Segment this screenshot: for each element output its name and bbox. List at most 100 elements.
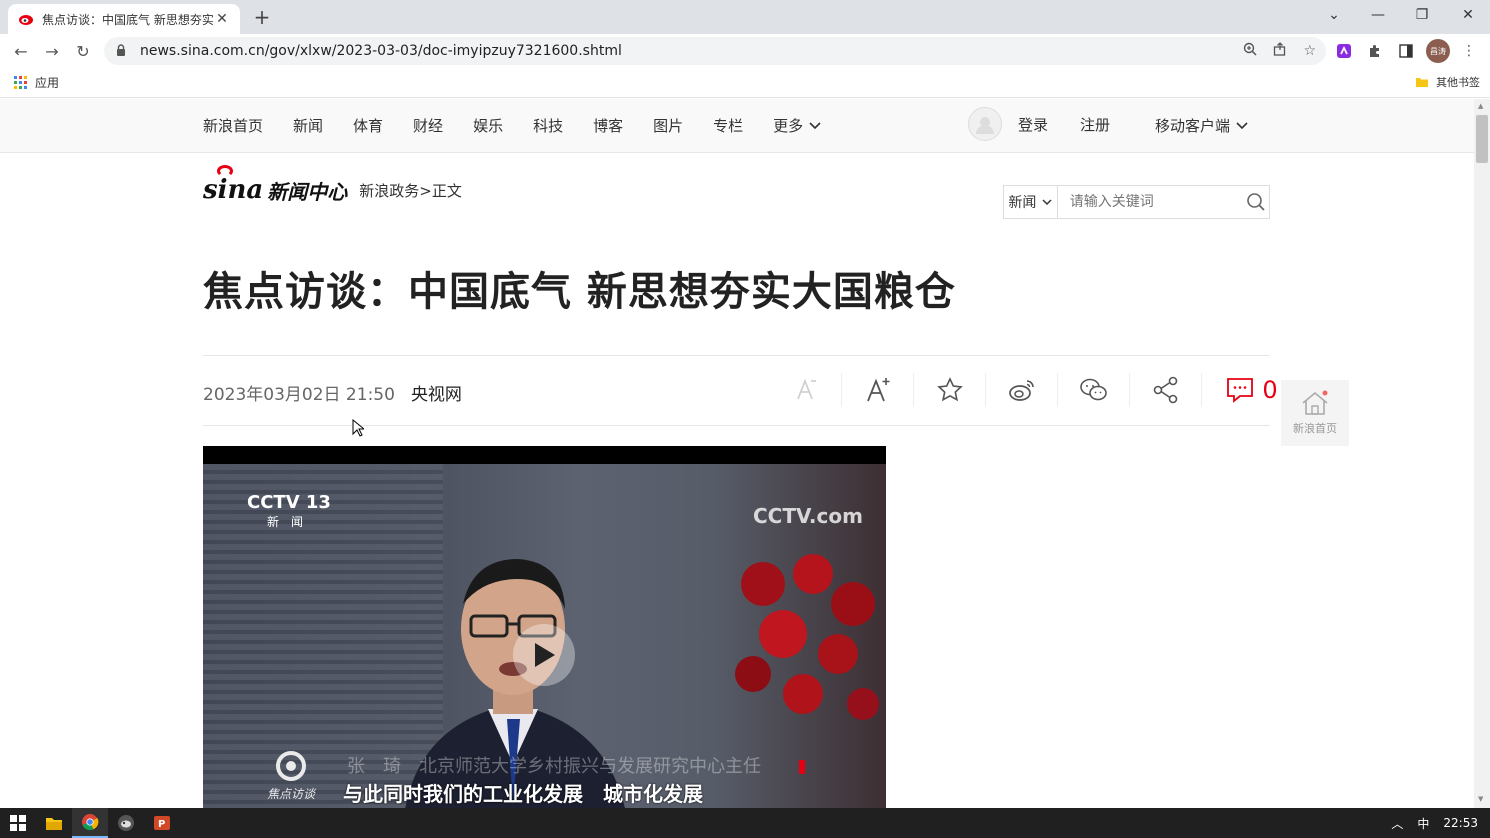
lock-icon — [116, 43, 130, 59]
menu-dots-icon[interactable]: ⋮ — [1458, 40, 1480, 62]
close-window-button[interactable]: ✕ — [1446, 0, 1490, 30]
file-explorer-icon[interactable] — [36, 808, 72, 838]
site-search: 新闻 — [1003, 185, 1270, 219]
scroll-down-icon[interactable]: ▼ — [1478, 795, 1486, 803]
tray-chevron-icon[interactable]: ︿ — [1391, 815, 1403, 832]
new-tab-button[interactable]: + — [250, 5, 274, 29]
nav-link-sports[interactable]: 体育 — [353, 115, 383, 136]
program-logo: 焦点访谈 — [267, 750, 315, 802]
nav-link-finance[interactable]: 财经 — [413, 115, 443, 136]
chevron-down-icon — [1042, 198, 1052, 205]
nav-link-news[interactable]: 新闻 — [293, 115, 323, 136]
weibo-share-button[interactable] — [986, 373, 1058, 407]
browser-tab[interactable]: 焦点访谈：中国底气 新思想夯实 ✕ — [8, 4, 240, 34]
nav-more-label: 更多 — [773, 117, 804, 135]
app-bird-icon[interactable] — [108, 808, 144, 838]
scroll-up-icon[interactable]: ▲ — [1478, 102, 1486, 110]
search-icon[interactable] — [1244, 192, 1269, 212]
share-nodes-icon — [1153, 376, 1177, 404]
video-frame: CCTV 13 新闻 CCTV.com 焦点访谈 张 琦 北京师范大学乡村振兴与… — [203, 464, 886, 808]
video-subtitle: 与此同时我们的工业化发展 城市化发展 — [343, 782, 703, 806]
apps-shortcut[interactable]: 应用 — [14, 74, 59, 91]
article-toolbar: 0 — [770, 373, 1302, 407]
cctv-watermark: CCTV.com — [753, 504, 863, 528]
back-arrow-icon[interactable]: ← — [9, 39, 33, 63]
breadcrumb[interactable]: 新浪政务>正文 — [359, 180, 462, 201]
search-category-select[interactable]: 新闻 — [1004, 186, 1058, 218]
comment-icon — [1227, 378, 1254, 403]
nav-link-home[interactable]: 新浪首页 — [203, 115, 263, 136]
sina-logo-word: sina — [203, 165, 263, 205]
search-input[interactable] — [1057, 186, 1244, 218]
nav-link-tech[interactable]: 科技 — [533, 115, 563, 136]
apps-grid-icon — [14, 76, 27, 89]
font-increase-button[interactable] — [842, 373, 914, 407]
wechat-share-button[interactable] — [1058, 373, 1130, 407]
chevron-down-icon — [1236, 121, 1248, 129]
forward-arrow-icon[interactable]: → — [40, 39, 64, 63]
other-bookmarks-label: 其他书签 — [1436, 76, 1480, 89]
site-top-nav: 新浪首页 新闻 体育 财经 娱乐 科技 博客 图片 专栏 更多 登录 注册 移动… — [0, 99, 1474, 153]
article-meta: 2023年03月02日 21:50 央视网 — [203, 380, 462, 405]
favorite-button[interactable] — [914, 373, 986, 407]
svg-text:P: P — [158, 819, 165, 830]
mobile-client-dropdown[interactable]: 移动客户端 — [1155, 115, 1248, 136]
extensions-puzzle-icon[interactable] — [1364, 40, 1386, 62]
share-icon[interactable] — [1273, 42, 1287, 60]
nav-more-dropdown[interactable]: 更多 — [773, 115, 821, 136]
share-button[interactable] — [1130, 373, 1202, 407]
nav-link-photo[interactable]: 图片 — [653, 115, 683, 136]
article-date: 2023年03月02日 21:50 — [203, 385, 395, 405]
play-button[interactable] — [513, 624, 575, 686]
browser-tabbar: 焦点访谈：中国底气 新思想夯实 ✕ + ⌄ — ❐ ✕ — [0, 0, 1490, 34]
tab-search-icon[interactable]: ⌄ — [1312, 0, 1356, 30]
star-icon — [936, 377, 963, 402]
windows-start-icon[interactable] — [0, 808, 36, 838]
scroll-thumb[interactable] — [1476, 115, 1488, 163]
ime-indicator[interactable]: 中 — [1417, 815, 1429, 832]
close-tab-icon[interactable]: ✕ — [214, 11, 230, 27]
apps-label: 应用 — [35, 76, 60, 90]
url-text: news.sina.com.cn/gov/xlxw/2023-03-03/doc… — [140, 43, 622, 59]
zoom-icon[interactable] — [1243, 42, 1257, 60]
video-player[interactable]: CCTV 13 新闻 CCTV.com 焦点访谈 张 琦 北京师范大学乡村振兴与… — [203, 446, 886, 808]
mouse-cursor-icon — [352, 419, 364, 437]
bookmark-star-icon[interactable]: ☆ — [1303, 43, 1316, 59]
article-source[interactable]: 央视网 — [411, 380, 462, 405]
nav-link-blog[interactable]: 博客 — [593, 115, 623, 136]
reload-icon[interactable]: ↻ — [71, 39, 95, 63]
other-bookmarks[interactable]: 其他书签 — [1416, 74, 1480, 90]
lower-third-caption: 张 琦 北京师范大学乡村振兴与发展研究中心主任 — [347, 756, 761, 777]
cctv13-logo: CCTV 13 新闻 — [247, 492, 331, 529]
sina-news-logo[interactable]: sina 新闻中心 — [203, 165, 348, 205]
address-bar[interactable]: news.sina.com.cn/gov/xlxw/2023-03-03/doc… — [104, 37, 1326, 65]
minimize-button[interactable]: — — [1356, 0, 1400, 30]
folder-icon — [1416, 78, 1428, 87]
nav-link-column[interactable]: 专栏 — [713, 115, 743, 136]
font-smaller-icon — [796, 378, 816, 400]
chevron-down-icon — [809, 121, 821, 129]
chrome-taskbar-icon[interactable] — [72, 808, 108, 838]
register-link[interactable]: 注册 — [1080, 114, 1110, 135]
user-avatar[interactable] — [968, 107, 1002, 141]
clock[interactable]: 22:53 — [1443, 816, 1478, 830]
news-center-label: 新闻中心 — [267, 179, 348, 204]
restore-button[interactable]: ❐ — [1400, 0, 1444, 30]
brand-header: sina 新闻中心 新浪政务>正文 — [203, 165, 462, 205]
play-icon — [535, 643, 555, 667]
profile-avatar[interactable]: 昌涛 — [1426, 39, 1450, 63]
float-home-button[interactable]: 新浪首页 — [1281, 380, 1349, 446]
extension-purple-icon[interactable] — [1333, 40, 1355, 62]
login-link[interactable]: 登录 — [1018, 114, 1048, 135]
tab-title: 焦点访谈：中国底气 新思想夯实 — [42, 12, 214, 27]
font-decrease-button[interactable] — [770, 373, 842, 407]
nav-link-ent[interactable]: 娱乐 — [473, 115, 503, 136]
title-divider — [203, 355, 1270, 356]
powerpoint-icon[interactable]: P — [144, 808, 180, 838]
page-scrollbar[interactable]: ▲ ▼ — [1474, 99, 1490, 808]
article-title: 焦点访谈：中国底气 新思想夯实大国粮仓 — [203, 269, 956, 315]
roses-decoration — [735, 554, 879, 720]
mobile-client-label: 移动客户端 — [1155, 117, 1231, 135]
weibo-icon — [1008, 380, 1034, 401]
side-panel-icon[interactable] — [1395, 40, 1417, 62]
